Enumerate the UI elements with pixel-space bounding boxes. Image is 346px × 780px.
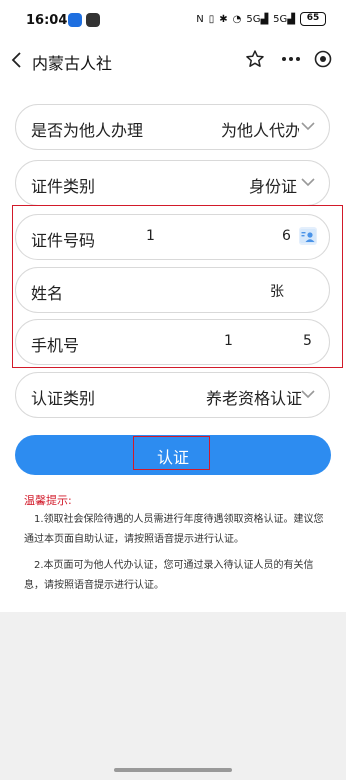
status-indicators: N ▯ ✱ ◔ 5G▟ 5G▟ 65 xyxy=(196,12,326,26)
auth-type-select[interactable]: 认证类别 养老资格认证 xyxy=(15,372,330,418)
chevron-down-icon xyxy=(301,178,315,187)
id-type-select[interactable]: 证件类别 身份证 xyxy=(15,160,330,206)
tip-item: 1.领取社会保险待遇的人员需进行年度待遇领取资格认证。建议您通过本页面自助认证，… xyxy=(24,514,324,545)
proxy-select[interactable]: 是否为他人办理 为他人代办 xyxy=(15,104,330,150)
nav-bar: 内蒙古人社 xyxy=(0,40,346,80)
tips-title: 温馨提示: xyxy=(24,494,72,507)
status-time: 16:04 xyxy=(26,13,68,28)
page-title: 内蒙古人社 xyxy=(32,54,113,73)
wifi-icon: ◔ xyxy=(232,13,242,25)
app-notification-icon xyxy=(86,13,100,27)
signal-icon: 5G▟ xyxy=(246,13,269,25)
bluetooth-icon: ✱ xyxy=(219,13,228,25)
back-icon[interactable] xyxy=(8,48,28,72)
star-icon[interactable] xyxy=(245,49,265,69)
network-label: 5G xyxy=(246,13,261,25)
status-bar: 16:04 N ▯ ✱ ◔ 5G▟ 5G▟ 65 xyxy=(0,0,346,40)
chevron-down-icon xyxy=(301,390,315,399)
app-notification-icon xyxy=(68,13,82,27)
close-mini-program-icon[interactable] xyxy=(313,49,333,69)
home-indicator[interactable] xyxy=(114,768,232,772)
id-type-value: 身份证 xyxy=(249,177,298,196)
id-type-label: 证件类别 xyxy=(31,177,96,196)
more-icon[interactable] xyxy=(279,49,303,69)
highlight-annotation xyxy=(133,436,210,470)
network-label: 5G xyxy=(273,13,288,25)
signal-icon: 5G▟ xyxy=(273,13,295,25)
auth-type-label: 认证类别 xyxy=(31,389,96,408)
auth-type-value: 养老资格认证 xyxy=(206,389,303,408)
highlight-annotation xyxy=(12,205,343,368)
chevron-down-icon xyxy=(301,122,315,131)
proxy-value: 为他人代办 xyxy=(221,121,299,140)
vibrate-icon: ▯ xyxy=(208,13,215,25)
nfc-icon: N xyxy=(196,13,204,25)
tip-item: 2.本页面可为他人代办认证，您可通过录入待认证人员的有关信息，请按照语音提示进行… xyxy=(24,560,314,591)
proxy-label: 是否为他人办理 xyxy=(31,121,144,140)
battery-icon: 65 xyxy=(300,12,326,26)
